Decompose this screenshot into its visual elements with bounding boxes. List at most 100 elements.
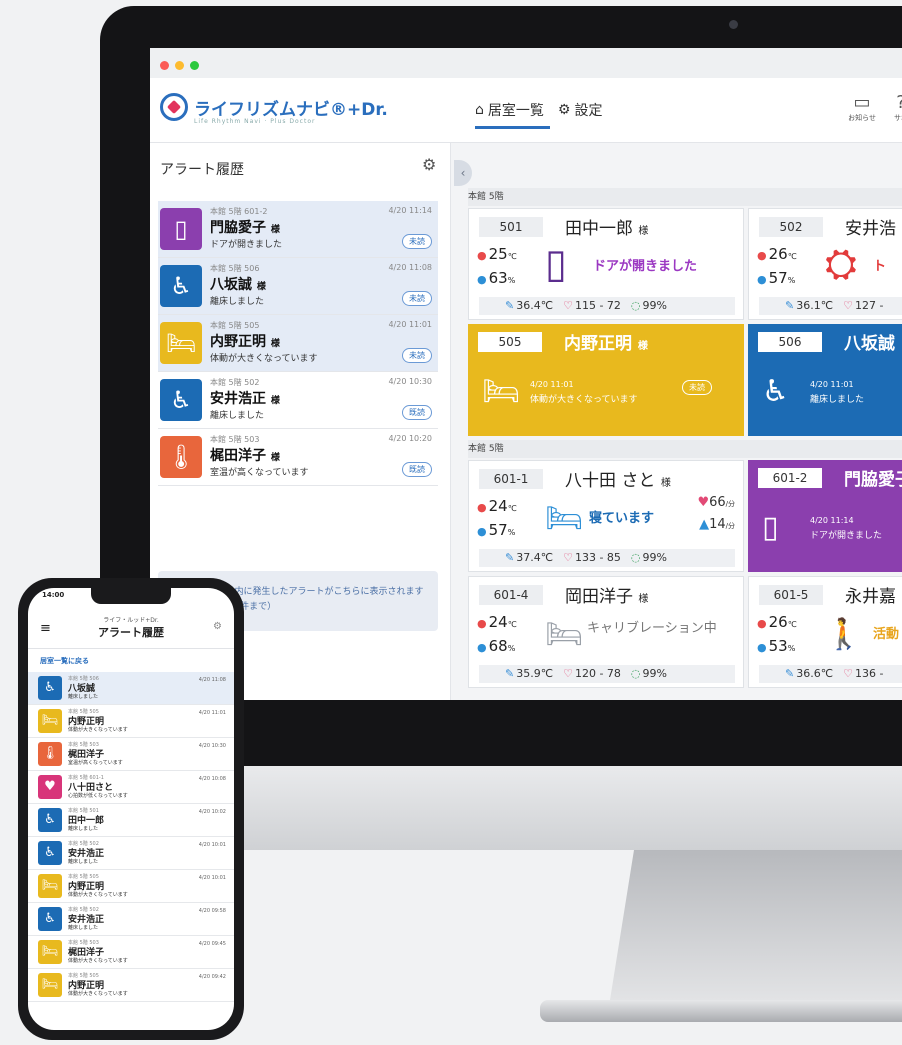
phone-title: アラート履歴: [98, 626, 164, 639]
room-state: 寝ています: [589, 511, 655, 526]
alert-time: 4/20 09:45: [198, 941, 226, 947]
alert-resident-name: 内野正明 様: [210, 334, 280, 350]
alert-message: 心拍数が低くなっています: [68, 793, 128, 799]
window-zoom-button[interactable]: [190, 61, 199, 70]
wheelchair-icon: ♿: [762, 374, 789, 409]
alert-time: 4/20 11:14: [810, 516, 854, 525]
list-item[interactable]: 🛏 本館 5階 505 内野正明 体動が大きくなっています 4/20 11:01: [28, 705, 234, 738]
alert-item[interactable]: 🌡 本館 5階 503 4/20 10:20 梶田洋子 様 室温が高くなっていま…: [158, 429, 438, 486]
room-card[interactable]: 501 田中一郎 様 ●25℃ ●63% ▯ ドアが開きました 36.4℃ 11…: [468, 208, 744, 320]
read-status-badge[interactable]: 既読: [402, 462, 432, 477]
room-number: 601-2: [758, 468, 822, 488]
read-status-badge[interactable]: 既読: [402, 405, 432, 420]
heart-rate: ♥66/分: [697, 495, 735, 510]
blood-pressure: 120 - 78: [563, 665, 621, 683]
tab-settings[interactable]: ⚙ 設定: [558, 100, 603, 120]
room-number: 601-1: [479, 469, 543, 489]
body-temperature: 36.6℃: [785, 665, 833, 683]
list-item[interactable]: 🌡 本館 5階 503 梶田洋子 室温が高くなっています 4/20 10:30: [28, 738, 234, 771]
body-temperature: 36.1℃: [785, 297, 833, 315]
back-to-room-list-link[interactable]: 居室一覧に戻る: [40, 656, 89, 666]
room-temperature: ● 25℃: [477, 245, 517, 263]
room-card[interactable]: 601-4 岡田洋子 様 ●24℃ ●68% 🛏 キャリブレーション中 35.9…: [468, 576, 744, 688]
walking-icon: 🚶: [825, 617, 863, 652]
collapse-panel-button[interactable]: ‹: [454, 160, 472, 186]
room-alert-card[interactable]: 601-2 門脇愛子 ▯ 4/20 11:14 ドアが開きました: [748, 460, 902, 572]
spo2: 99%: [631, 665, 667, 683]
read-status-badge[interactable]: 未読: [402, 348, 432, 363]
app-header: ライフリズムナビ®+Dr. Life Rhythm Navi · Plus Do…: [150, 78, 902, 143]
logo-subtitle: Life Rhythm Navi · Plus Doctor: [194, 118, 316, 125]
blood-pressure: 133 - 85: [563, 549, 621, 567]
alert-item[interactable]: ♿ 本館 5階 502 4/20 10:30 安井浩正 様 離床しました 既読: [158, 372, 438, 429]
sleep-bed-icon: 🛏: [545, 501, 584, 536]
alert-location: 本館 5階 601-2: [210, 207, 268, 216]
read-status-badge[interactable]: 未読: [402, 234, 432, 249]
room-number: 501: [479, 217, 543, 237]
body-temperature: 37.4℃: [505, 549, 553, 567]
room-card[interactable]: 502 安井浩 ●26℃ ●57% ⛭ ト 36.1℃ 127 -: [748, 208, 902, 320]
tab-room-list[interactable]: ⌂ 居室一覧: [475, 100, 550, 129]
bed-icon: 🛏: [160, 322, 202, 364]
list-item[interactable]: ♿ 本館 5階 506 八坂誠 離床しました 4/20 11:08: [28, 672, 234, 705]
alert-location: 本館 5階 506: [210, 264, 260, 273]
list-item[interactable]: ♿ 本館 5階 501 田中一郎 離床しました 4/20 10:02: [28, 804, 234, 837]
alert-time: 4/20 11:08: [198, 677, 226, 683]
door-icon: ▯: [545, 241, 568, 287]
support-button[interactable]: ? サポ: [894, 92, 902, 123]
alert-list: ▯ 本館 5階 601-2 4/20 11:14 門脇愛子 様 ドアが開きました…: [158, 201, 438, 486]
room-card[interactable]: 601-5 永井嘉 ●26℃ ●53% 🚶 活動 36.6℃ 136 -: [748, 576, 902, 688]
window-minimize-button[interactable]: [175, 61, 184, 70]
alert-resident-name: 八坂誠 様: [210, 277, 266, 293]
alert-message: 離床しました: [810, 395, 865, 405]
list-item[interactable]: ♿ 本館 5階 502 安井浩正 離床しました 4/20 09:58: [28, 903, 234, 936]
room-temperature: ● 24℃: [477, 613, 517, 631]
room-alert-card[interactable]: 505 内野正明 様 🛏 4/20 11:01 体動が大きくなっています 未読: [468, 324, 744, 436]
read-status-badge[interactable]: 未読: [682, 380, 712, 395]
alert-time: 4/20 09:42: [198, 974, 226, 980]
bed-icon: 🛏: [38, 874, 62, 898]
resident-name: 岡田洋子 様: [565, 587, 649, 607]
room-temperature: ● 26℃: [757, 613, 797, 631]
alert-item[interactable]: ♿ 本館 5階 506 4/20 11:08 八坂誠 様 離床しました 未読: [158, 258, 438, 315]
alert-location: 本館 5階 505: [210, 321, 260, 330]
bed-icon: 🛏: [38, 940, 62, 964]
alert-resident-name: 門脇愛子 様: [210, 220, 280, 236]
respiration-rate: ▲14/分: [699, 517, 735, 532]
list-item[interactable]: 🛏 本館 5階 505 内野正明 体動が大きくなっています 4/20 10:01: [28, 870, 234, 903]
floor-label: 本館 5階: [468, 440, 902, 458]
room-card[interactable]: 601-1 八十田 さと 様 ● 24℃ ● 57% 🛏 寝ています ♥66/分 ▲…: [468, 460, 744, 572]
door-icon: ▯: [762, 510, 779, 545]
notice-label: お知らせ: [848, 114, 876, 122]
wheelchair-icon: ♿: [38, 907, 62, 931]
list-item[interactable]: 🛏 本館 5階 503 梶田洋子 体動が大きくなっています 4/20 09:45: [28, 936, 234, 969]
app-logo[interactable]: ライフリズムナビ®+Dr.: [160, 93, 388, 121]
alert-location: 本館 5階 503: [210, 435, 260, 444]
alert-time: 4/20 11:14: [388, 206, 432, 215]
phone-brand: ライフ・ルッド+Dr.: [103, 617, 159, 624]
alert-time: 4/20 11:08: [388, 263, 432, 272]
list-item[interactable]: ♥ 本館 5階 601-1 八十田さと 心拍数が低くなっています 4/20 10…: [28, 771, 234, 804]
alert-message: 室温が高くなっています: [68, 760, 123, 766]
alert-item[interactable]: 🛏 本館 5階 505 4/20 11:01 内野正明 様 体動が大きくなってい…: [158, 315, 438, 372]
panel-settings-icon[interactable]: ⚙: [422, 155, 436, 174]
alert-item[interactable]: ▯ 本館 5階 601-2 4/20 11:14 門脇愛子 様 ドアが開きました…: [158, 201, 438, 258]
alert-message: 体動が大きくなっています: [68, 991, 128, 997]
room-temperature: ● 26℃: [757, 245, 797, 263]
tab-label: 設定: [574, 103, 603, 119]
body-temperature: 35.9℃: [505, 665, 553, 683]
room-number: 506: [758, 332, 822, 352]
room-alert-card[interactable]: 506 八坂誠 ♿ 4/20 11:01 離床しました: [748, 324, 902, 436]
read-status-badge[interactable]: 未読: [402, 291, 432, 306]
list-item[interactable]: ♿ 本館 5階 502 安井浩正 離床しました 4/20 10:01: [28, 837, 234, 870]
notice-button[interactable]: ▭ お知らせ: [848, 92, 876, 123]
alert-message: 離床しました: [68, 925, 99, 931]
gear-icon[interactable]: ⚙: [213, 621, 222, 632]
heart-logo-icon: [160, 93, 188, 121]
resident-name: 門脇愛子: [844, 470, 902, 490]
window-close-button[interactable]: [160, 61, 169, 70]
blood-pressure: 136 -: [843, 665, 883, 683]
room-humidity: ● 57%: [757, 269, 796, 287]
alert-message: 離床しました: [210, 411, 265, 421]
list-item[interactable]: 🛏 本館 5階 505 内野正明 体動が大きくなっています 4/20 09:42: [28, 969, 234, 1002]
